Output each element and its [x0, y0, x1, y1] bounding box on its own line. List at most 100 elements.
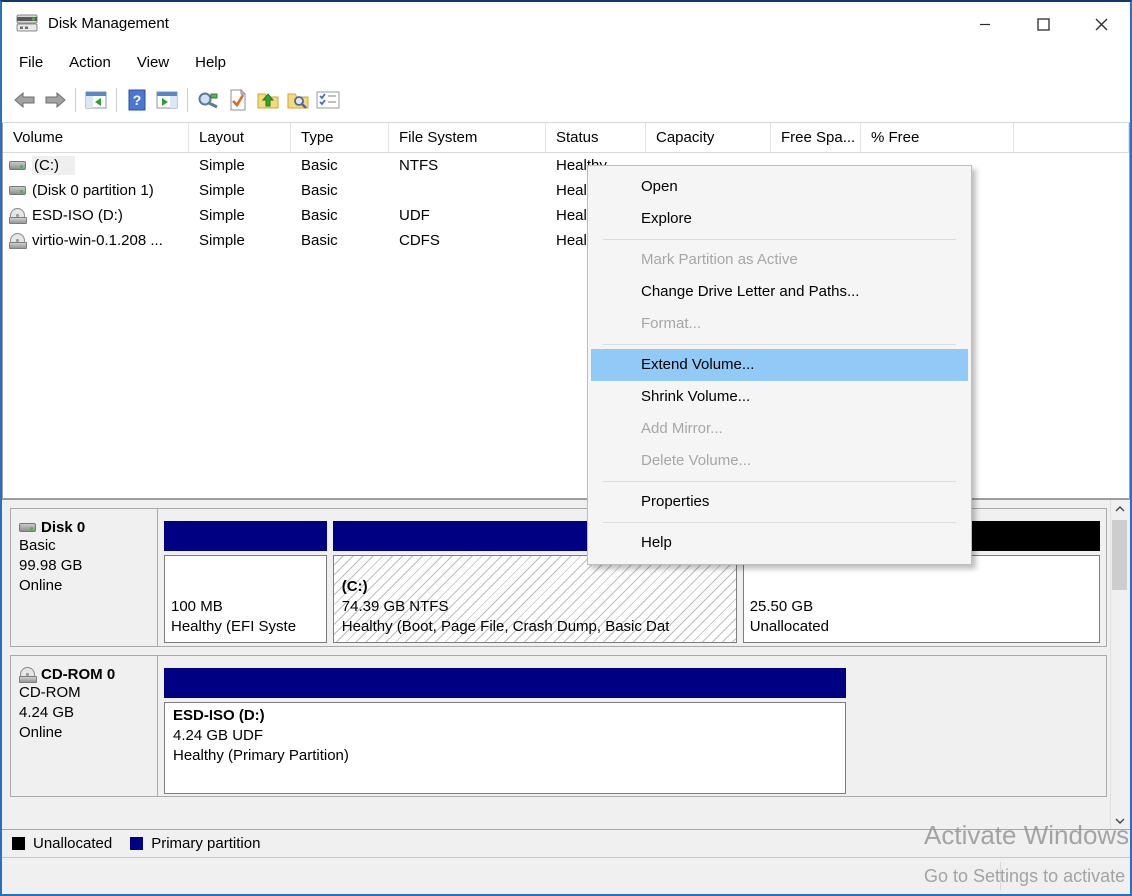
type-value: Basic [291, 207, 389, 224]
folder-search-button[interactable] [283, 85, 313, 115]
forward-icon [43, 90, 67, 110]
disk-drive-app-icon [14, 12, 40, 34]
unallocated-size: 25.50 GB [750, 597, 1099, 617]
menu-item-format: Format... [591, 308, 968, 340]
type-value: Basic [291, 232, 389, 249]
rescan-button[interactable] [193, 85, 223, 115]
menu-item-open[interactable]: Open [591, 171, 968, 203]
type-value: Basic [291, 182, 389, 199]
menu-item-mark-partition-active: Mark Partition as Active [591, 244, 968, 276]
cd-rom-icon [9, 233, 26, 249]
menu-item-change-drive-letter[interactable]: Change Drive Letter and Paths... [591, 276, 968, 308]
layout-value: Simple [189, 207, 291, 224]
volume-name: virtio-win-0.1.208 ... [32, 232, 163, 249]
title-bar[interactable]: Disk Management [2, 2, 1130, 46]
column-header-type[interactable]: Type [291, 123, 389, 153]
back-button[interactable] [10, 85, 40, 115]
disk-status: Online [19, 576, 149, 596]
menu-item-shrink-volume[interactable]: Shrink Volume... [591, 381, 968, 413]
column-header-free-space[interactable]: Free Spa... [771, 123, 861, 153]
disk-size: 4.24 GB [19, 703, 149, 723]
disk-type: CD-ROM [19, 683, 149, 703]
column-header-file-system[interactable]: File System [389, 123, 546, 153]
column-header-volume[interactable]: Volume [3, 123, 189, 153]
menu-separator [603, 522, 956, 523]
minimize-button[interactable] [956, 2, 1014, 46]
console-tree-button[interactable] [81, 85, 111, 115]
help-button[interactable]: ? [122, 85, 152, 115]
unallocated-swatch [12, 837, 25, 850]
svg-text:?: ? [133, 92, 142, 108]
chevron-up-icon [1115, 506, 1125, 512]
partition-status: Healthy (EFI Syste [171, 617, 326, 637]
partition-efi[interactable]: 100 MB Healthy (EFI Syste [164, 521, 327, 643]
column-header-layout[interactable]: Layout [189, 123, 291, 153]
folder-up-button[interactable] [253, 85, 283, 115]
cd-rom-0-info[interactable]: CD-ROM 0 CD-ROM 4.24 GB Online [11, 656, 158, 796]
legend-label-primary: Primary partition [151, 835, 260, 852]
primary-partition-bar [164, 521, 327, 551]
menu-view[interactable]: View [124, 50, 182, 75]
menu-separator [603, 481, 956, 482]
menu-item-help[interactable]: Help [591, 527, 968, 559]
menu-item-explore[interactable]: Explore [591, 203, 968, 235]
layout-value: Simple [189, 232, 291, 249]
partition-size: 4.24 GB UDF [173, 726, 845, 746]
column-header-capacity[interactable]: Capacity [646, 123, 771, 153]
partition-d[interactable]: ESD-ISO (D:) 4.24 GB UDF Healthy (Primar… [164, 668, 846, 794]
partition-label: ESD-ISO (D:) [173, 706, 845, 726]
vertical-scrollbar[interactable] [1110, 500, 1128, 829]
task-list-icon [316, 90, 340, 110]
partition-label: (C:) [342, 577, 736, 597]
file-system-value: UDF [389, 207, 546, 224]
partition-status: Healthy (Boot, Page File, Crash Dump, Ba… [342, 617, 736, 637]
volume-context-menu: Open Explore Mark Partition as Active Ch… [587, 165, 972, 565]
file-system-value: CDFS [389, 232, 546, 249]
column-header-percent-free[interactable]: % Free [861, 123, 1014, 153]
primary-partition-bar [164, 668, 846, 698]
menu-action[interactable]: Action [56, 50, 124, 75]
legend-label-unallocated: Unallocated [33, 835, 112, 852]
disk-0-info[interactable]: Disk 0 Basic 99.98 GB Online [11, 509, 158, 646]
unallocated-label: Unallocated [750, 617, 1099, 637]
menu-item-properties[interactable]: Properties [591, 486, 968, 518]
disk-management-window: Disk Management File Action View Help [0, 0, 1132, 896]
rescan-magnifier-icon [196, 90, 220, 110]
folder-search-icon [287, 90, 309, 110]
hard-disk-icon [9, 186, 26, 195]
help-icon: ? [128, 89, 146, 111]
layout-value: Simple [189, 157, 291, 174]
maximize-icon [1037, 18, 1050, 31]
menu-item-add-mirror: Add Mirror... [591, 413, 968, 445]
menu-item-delete-volume: Delete Volume... [591, 445, 968, 477]
check-disk-button[interactable] [223, 85, 253, 115]
layout-value: Simple [189, 182, 291, 199]
scroll-up-button[interactable] [1111, 500, 1128, 517]
volume-name: (C:) [32, 156, 75, 175]
disk-size: 99.98 GB [19, 556, 149, 576]
menu-file[interactable]: File [6, 50, 56, 75]
cd-rom-icon [9, 208, 26, 224]
activate-windows-hint: Go to Settings to activate Windows. [924, 866, 1132, 887]
column-header-blank [1014, 123, 1129, 153]
maximize-button[interactable] [1014, 2, 1072, 46]
volume-name: ESD-ISO (D:) [32, 207, 123, 224]
primary-partition-swatch [130, 837, 143, 850]
volume-table-header: Volume Layout Type File System Status Ca… [3, 123, 1129, 153]
toolbar: ? [2, 78, 1130, 123]
action-pane-icon [156, 90, 178, 110]
hard-disk-icon [19, 523, 36, 532]
window-title: Disk Management [48, 15, 169, 32]
menu-help[interactable]: Help [182, 50, 239, 75]
forward-button[interactable] [40, 85, 70, 115]
task-list-button[interactable] [313, 85, 343, 115]
action-pane-button[interactable] [152, 85, 182, 115]
close-button[interactable] [1072, 2, 1130, 46]
scrollbar-thumb[interactable] [1112, 520, 1127, 590]
disk-status: Online [19, 723, 149, 743]
column-header-status[interactable]: Status [546, 123, 646, 153]
menu-item-extend-volume[interactable]: Extend Volume... [591, 349, 968, 381]
cd-rom-icon [19, 667, 36, 683]
close-icon [1095, 18, 1108, 31]
minimize-icon [979, 18, 991, 30]
